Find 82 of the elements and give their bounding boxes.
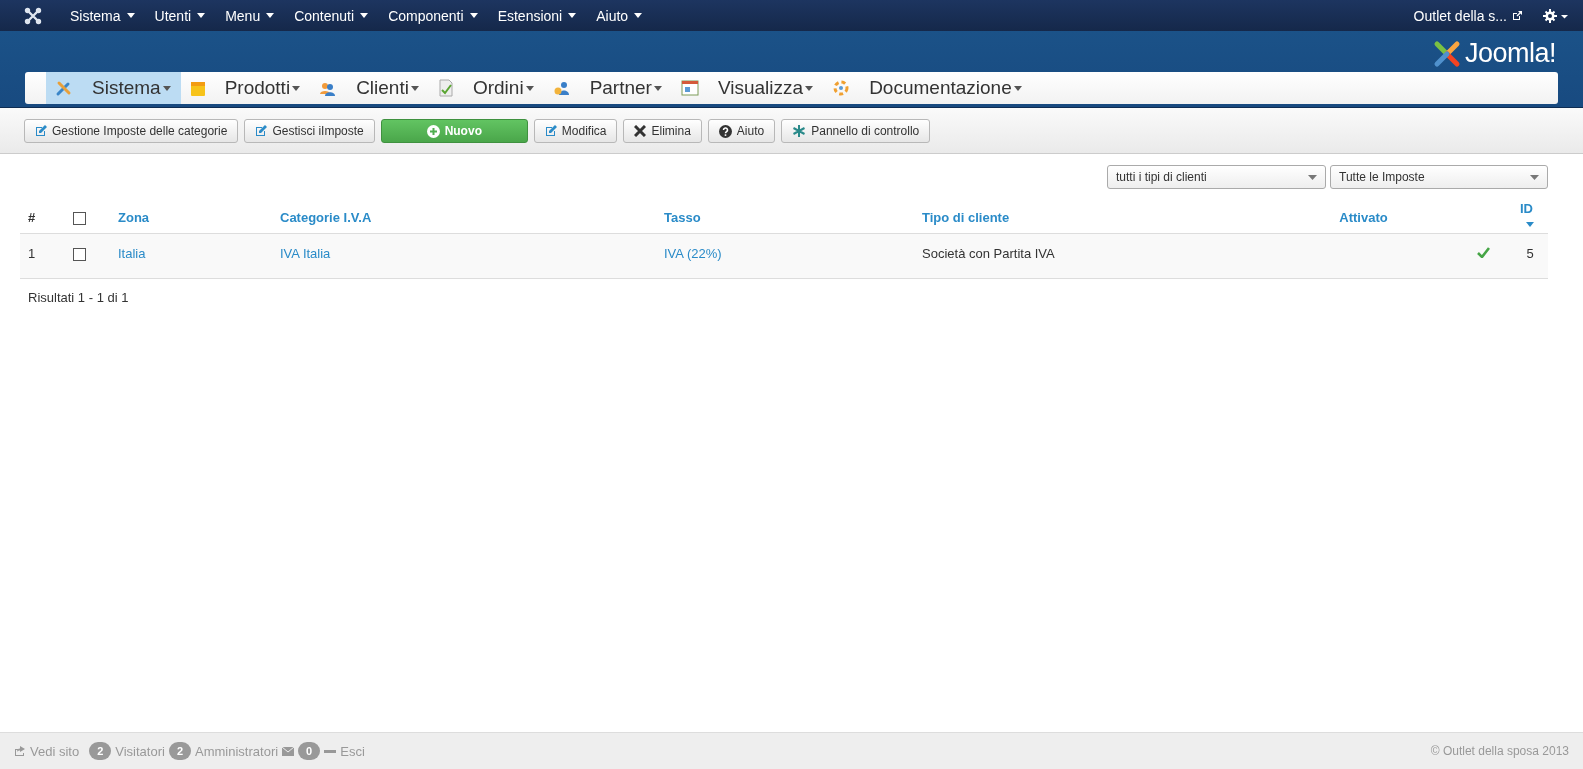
toolbar-button[interactable]: Pannello di controllo [781, 119, 931, 143]
row-number: 1 [28, 246, 36, 261]
toolbar-button[interactable]: Gestisci iImposte [244, 119, 375, 143]
caret-icon [1530, 174, 1539, 180]
column-header[interactable]: Categorie I.V.A [280, 210, 372, 225]
copyright-text: © Outlet della sposa 2013 [1430, 744, 1569, 758]
minus-icon [324, 749, 337, 753]
top-menu-item[interactable]: Menu [215, 7, 285, 24]
top-menu-item[interactable]: Contenuti [284, 7, 379, 24]
top-menu-item[interactable]: Componenti [378, 7, 488, 24]
edit-icon [544, 125, 557, 137]
top-menu-item[interactable]: Estensioni [487, 7, 587, 24]
visitor-count-badge: 2 [89, 742, 112, 760]
caret-icon [360, 13, 369, 18]
component-menu-item[interactable]: Clienti [310, 72, 429, 104]
joomla-logo-icon[interactable] [24, 6, 42, 25]
caret-icon [525, 85, 534, 91]
component-icon [832, 79, 851, 97]
component-icon [437, 79, 454, 97]
sort-caret-icon[interactable] [1526, 222, 1534, 227]
help-icon [718, 124, 732, 138]
column-header[interactable]: Zona [118, 210, 150, 225]
external-link-icon [1512, 10, 1523, 21]
edit-icon [255, 125, 268, 137]
envelope-icon [282, 746, 295, 756]
admins-label: Amministratori [195, 743, 279, 759]
toolbar-button[interactable]: Elimina [623, 119, 702, 143]
caret-icon [197, 13, 206, 18]
top-menu-item[interactable]: Aiuto [586, 7, 653, 24]
caret-icon [410, 85, 419, 91]
caret-icon [1308, 174, 1317, 180]
check-icon[interactable] [1477, 247, 1490, 258]
column-header: # [28, 210, 36, 225]
caret-icon [1013, 85, 1022, 91]
caret-icon [469, 13, 478, 18]
component-menu-item[interactable]: Sistema [46, 72, 181, 104]
caret-icon [292, 85, 301, 91]
joomla-logo: Joomla! [1430, 35, 1556, 72]
caret-icon [805, 85, 814, 91]
toolbar-button[interactable]: Modifica [533, 119, 618, 143]
component-icon [680, 79, 699, 97]
filter-dropdown[interactable]: Tutte le Imposte [1330, 165, 1548, 189]
component-icon [189, 79, 206, 97]
caret-icon [653, 85, 662, 91]
table-link[interactable]: IVA (22%) [664, 246, 722, 261]
checkbox[interactable] [73, 248, 86, 262]
admin-count-badge: 2 [168, 742, 192, 760]
edit-icon [35, 125, 47, 137]
table-cell: Società con Partita IVA [922, 246, 1055, 261]
caret-icon [634, 13, 643, 18]
column-header[interactable]: Attivato [1339, 210, 1388, 225]
results-count: Risultati 1 - 1 di 1 [27, 289, 130, 308]
top-menu-item[interactable]: Utenti [144, 7, 216, 24]
share-icon [14, 746, 26, 756]
component-menu-item[interactable]: Documentazione [823, 72, 1032, 104]
column-header[interactable]: ID [1520, 201, 1540, 216]
component-menu-item[interactable]: Ordini [428, 72, 544, 104]
table-link[interactable]: Italia [118, 246, 146, 261]
plus-circle-icon [426, 124, 440, 138]
component-icon [55, 79, 73, 97]
top-menu-item[interactable]: Sistema [60, 7, 145, 24]
component-menu-item[interactable]: Partner [543, 72, 672, 104]
settings-button[interactable] [1543, 8, 1569, 23]
component-menu-item[interactable]: Prodotti [180, 72, 311, 104]
x-icon [634, 125, 647, 137]
column-header[interactable]: Tasso [664, 210, 701, 225]
caret-icon [266, 13, 275, 18]
site-link[interactable]: Outlet della s... [1413, 7, 1507, 24]
table-link[interactable]: IVA Italia [280, 246, 331, 261]
asterisk-icon [792, 124, 807, 138]
checkbox[interactable] [73, 212, 86, 225]
toolbar-button[interactable]: Gestione Imposte delle categorie [24, 119, 239, 143]
visitors-label: Visitatori [115, 743, 165, 759]
toolbar-button[interactable]: Aiuto [707, 119, 776, 143]
column-header[interactable]: Tipo di cliente [922, 210, 1010, 225]
component-icon [552, 79, 571, 97]
component-menu-item[interactable]: Visualizza [671, 72, 824, 104]
filter-dropdown[interactable]: tutti i tipi di clienti [1107, 165, 1326, 189]
caret-icon [126, 13, 135, 18]
caret-icon [162, 85, 171, 91]
caret-icon [568, 13, 577, 18]
table-cell: 5 [1526, 246, 1534, 261]
